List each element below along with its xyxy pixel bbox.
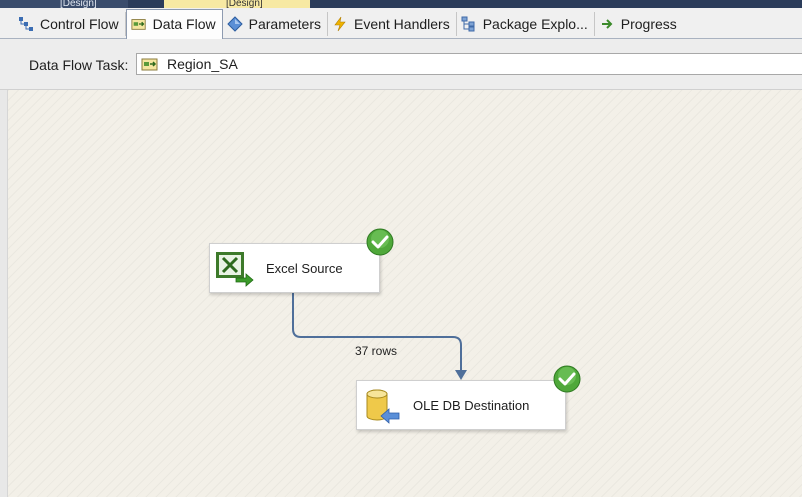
ole-db-destination-label: OLE DB Destination <box>413 397 530 413</box>
excel-source-label: Excel Source <box>266 260 343 276</box>
success-check-icon <box>553 365 581 393</box>
data-flow-path-rows-label: 37 rows <box>355 344 398 358</box>
excel-source-component[interactable]: Excel Source <box>209 243 380 293</box>
ole-db-destination-icon <box>361 385 401 425</box>
excel-source-icon <box>214 248 254 288</box>
success-check-icon <box>366 228 394 256</box>
ole-db-destination-component[interactable]: OLE DB Destination <box>356 380 566 430</box>
